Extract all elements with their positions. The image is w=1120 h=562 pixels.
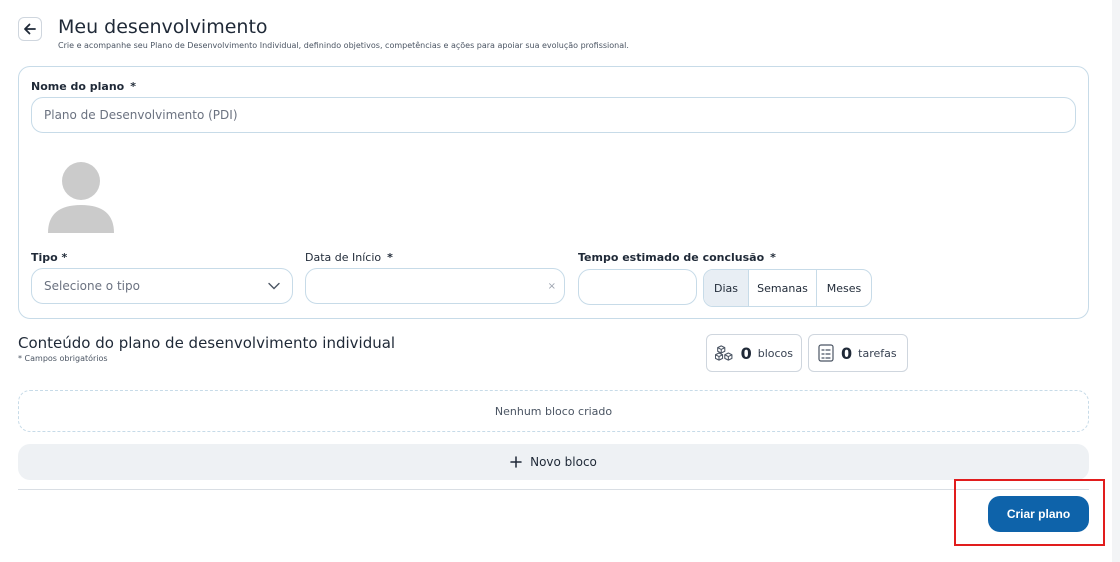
plan-name-placeholder: Plano de Desenvolvimento (PDI) — [44, 108, 238, 122]
tasks-unit: tarefas — [858, 346, 897, 360]
start-date-label-text: Data de Início — [305, 251, 382, 264]
page-scroll-edge — [1112, 0, 1120, 562]
required-mark: * — [130, 80, 136, 93]
empty-blocks-box: Nenhum bloco criado — [18, 390, 1089, 432]
checklist-icon — [818, 344, 834, 362]
avatar-icon[interactable] — [47, 161, 115, 235]
type-label: Tipo * — [31, 251, 68, 264]
plan-name-label: Nome do plano * — [31, 80, 136, 93]
plan-name-label-text: Nome do plano — [31, 80, 125, 93]
blocks-unit: blocos — [757, 346, 793, 360]
cubes-icon — [715, 345, 733, 361]
back-button[interactable] — [18, 17, 42, 41]
create-plan-button[interactable]: Criar plano — [988, 496, 1089, 532]
unit-option-days[interactable]: Dias — [704, 270, 748, 306]
arrow-left-icon — [24, 23, 36, 35]
plan-form-card: Nome do plano * Plano de Desenvolvimento … — [18, 66, 1089, 319]
plan-name-input[interactable]: Plano de Desenvolvimento (PDI) — [31, 97, 1076, 133]
tasks-count: 0 — [841, 343, 853, 363]
start-date-label: Data de Início * — [305, 251, 393, 264]
new-block-button[interactable]: Novo bloco — [18, 444, 1089, 480]
type-select[interactable]: Selecione o tipo — [31, 268, 293, 304]
duration-input[interactable] — [578, 269, 697, 305]
plus-icon — [510, 456, 522, 468]
required-mark: * — [387, 251, 393, 264]
page-subtitle: Crie e acompanhe seu Plano de Desenvolvi… — [58, 41, 629, 50]
blocks-count: 0 — [740, 343, 752, 363]
tasks-counter: 0 tarefas — [808, 334, 908, 372]
page-title: Meu desenvolvimento — [58, 16, 268, 38]
content-section-title: Conteúdo do plano de desenvolvimento ind… — [18, 334, 396, 352]
new-block-label: Novo bloco — [530, 455, 597, 469]
start-date-input[interactable]: × — [305, 268, 565, 304]
type-placeholder: Selecione o tipo — [44, 279, 140, 293]
required-mark: * — [770, 251, 776, 264]
duration-unit-toggle: Dias Semanas Meses — [703, 269, 872, 307]
empty-blocks-message: Nenhum bloco criado — [494, 404, 613, 418]
required-fields-note: * Campos obrigatórios — [18, 354, 108, 363]
duration-label: Tempo estimado de conclusão * — [578, 251, 776, 264]
duration-label-text: Tempo estimado de conclusão — [578, 251, 765, 264]
unit-option-weeks[interactable]: Semanas — [748, 270, 816, 306]
clear-icon[interactable]: × — [548, 281, 556, 292]
blocks-counter: 0 blocos — [706, 334, 802, 372]
footer-divider — [18, 489, 1089, 490]
unit-option-months[interactable]: Meses — [816, 270, 871, 306]
chevron-down-icon — [268, 282, 280, 290]
